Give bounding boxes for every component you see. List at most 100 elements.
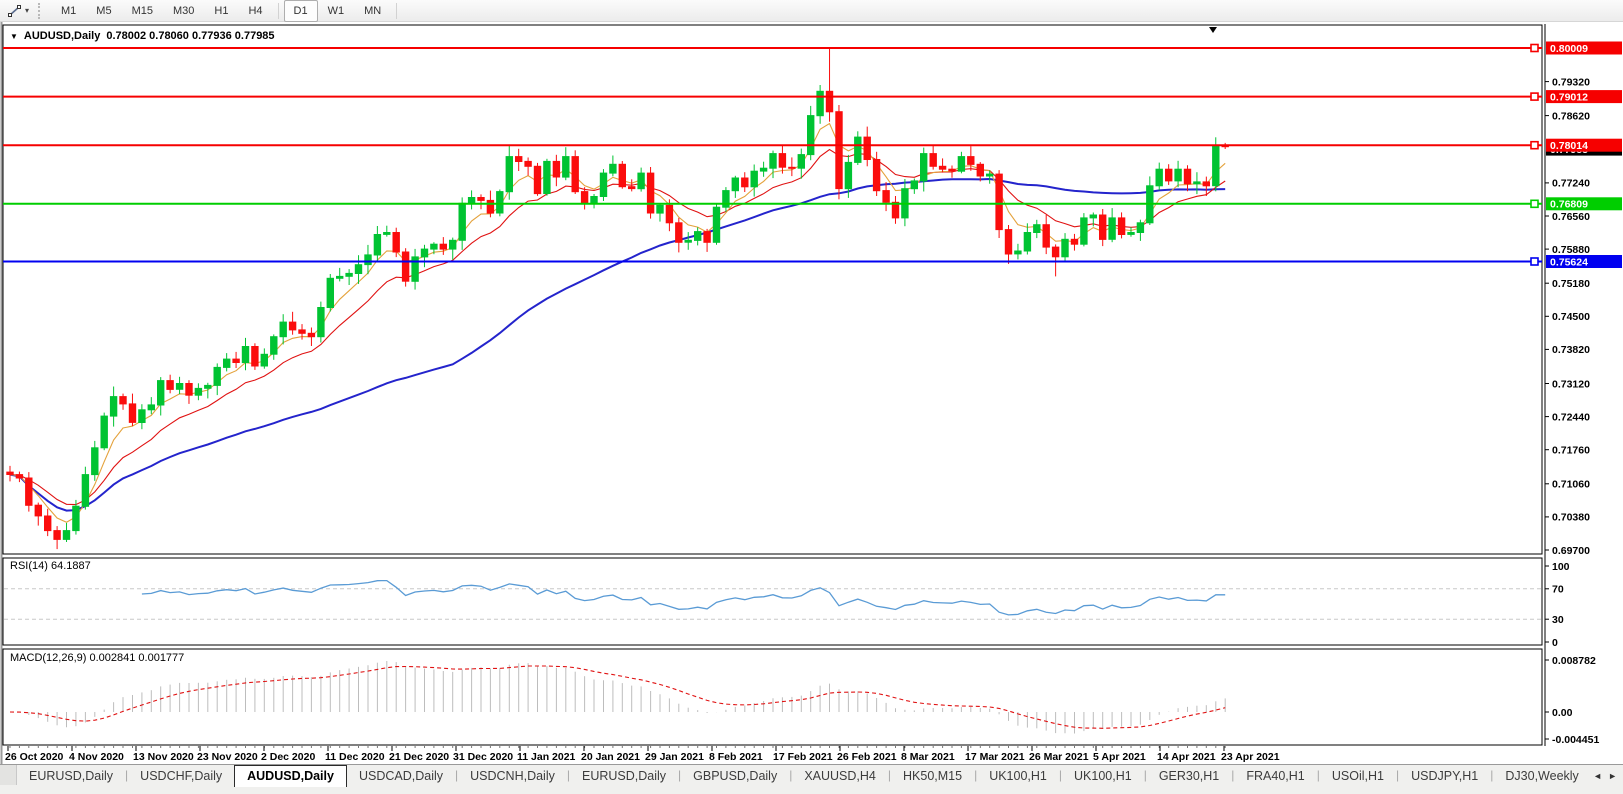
rsi-label: RSI(14) 64.1887 [10,560,91,572]
chart-tabs: EURUSD,Daily|USDCHF,DailyAUDUSD,DailyUSD… [17,765,1587,787]
macd-label: MACD(12,26,9) 0.002841 0.001777 [10,652,184,664]
svg-text:0.78014: 0.78014 [1550,140,1588,152]
chart-tab-xauusd-h4[interactable]: XAUUSD,H4 [792,765,888,787]
svg-text:20 Jan 2021: 20 Jan 2021 [581,751,640,763]
chart-tab-eurusd-daily[interactable]: EURUSD,Daily [17,765,125,787]
chart-tab-bar: EURUSD,Daily|USDCHF,DailyAUDUSD,DailyUSD… [0,764,1623,794]
svg-text:31 Dec 2020: 31 Dec 2020 [453,751,513,763]
svg-text:0.70380: 0.70380 [1552,512,1590,524]
svg-text:17 Mar 2021: 17 Mar 2021 [965,751,1025,763]
svg-text:0.75180: 0.75180 [1552,278,1590,290]
svg-text:2 Dec 2020: 2 Dec 2020 [261,751,315,763]
chart-title: ▼ AUDUSD,Daily 0.78002 0.78060 0.77936 0… [10,30,275,42]
svg-text:0.79320: 0.79320 [1552,76,1590,88]
svg-text:0.71760: 0.71760 [1552,445,1590,457]
timeframe-button-w1[interactable]: W1 [318,0,355,22]
svg-text:26 Mar 2021: 26 Mar 2021 [1029,751,1089,763]
svg-text:8 Feb 2021: 8 Feb 2021 [709,751,763,763]
timeframe-button-mn[interactable]: MN [354,0,391,22]
svg-text:0.73120: 0.73120 [1552,378,1590,390]
price-level-box-0.80009: 0.80009 [1546,42,1622,55]
timeframe-button-m5[interactable]: M5 [86,0,121,22]
svg-text:13 Nov 2020: 13 Nov 2020 [133,751,194,763]
draw-tool-icon [7,3,23,19]
chart-tab-uk100-h1[interactable]: UK100,H1 [1062,765,1144,787]
chart-tab-usdjpy-h1[interactable]: USDJPY,H1 [1399,765,1490,787]
svg-text:29 Jan 2021: 29 Jan 2021 [645,751,704,763]
svg-text:0.77240: 0.77240 [1552,178,1590,190]
chevron-down-icon: ▾ [25,6,29,15]
svg-text:26 Oct 2020: 26 Oct 2020 [5,751,64,763]
price-level-box-0.75624: 0.75624 [1546,255,1622,268]
chart-tab-usoil-h1[interactable]: USOil,H1 [1320,765,1396,787]
svg-text:8 Mar 2021: 8 Mar 2021 [901,751,955,763]
chart-tab-usdcnh-daily[interactable]: USDCNH,Daily [458,765,567,787]
chart-tab-usdchf-daily[interactable]: USDCHF,Daily [128,765,234,787]
svg-text:0.73820: 0.73820 [1552,344,1590,356]
svg-text:0.00: 0.00 [1552,707,1573,719]
rsi-panel[interactable] [3,558,1542,645]
svg-text:0.69700: 0.69700 [1552,545,1590,557]
macd-panel[interactable] [3,649,1542,745]
toolbar-grip[interactable] [38,3,45,19]
svg-text:4 Nov 2020: 4 Nov 2020 [69,751,124,763]
timeframe-button-m15[interactable]: M15 [122,0,163,22]
price-axis[interactable]: 0.79320 0.78620 0.77240 0.76560 0.75880 0.751… [1545,24,1622,746]
svg-text:0.80009: 0.80009 [1550,43,1588,55]
chart-tab-ger30-h1[interactable]: GER30,H1 [1147,765,1231,787]
svg-text:0.72440: 0.72440 [1552,411,1590,423]
symbol-dropdown-icon[interactable]: ▼ [10,32,18,41]
tab-scroll-right-icon[interactable]: ► [1608,771,1617,781]
svg-text:-0.004451: -0.004451 [1552,734,1599,746]
svg-text:0.75624: 0.75624 [1550,256,1588,268]
svg-text:0: 0 [1552,637,1558,649]
svg-text:0.76560: 0.76560 [1552,211,1590,223]
chart-canvas[interactable]: 0.79320 0.78620 0.77240 0.76560 0.75880 0.751… [0,22,1623,764]
chart-tab-hk50-m15[interactable]: HK50,M15 [891,765,974,787]
svg-text:11 Dec 2020: 11 Dec 2020 [325,751,385,763]
price-level-box-0.79012: 0.79012 [1546,90,1622,103]
svg-text:0.79012: 0.79012 [1550,91,1588,103]
main-price-panel[interactable] [3,25,1542,554]
svg-text:0.71060: 0.71060 [1552,479,1590,491]
chart-tab-fra40-h1[interactable]: FRA40,H1 [1234,765,1316,787]
price-level-box-0.76809: 0.76809 [1546,197,1622,210]
svg-text:100: 100 [1552,561,1570,573]
timeframe-button-m1[interactable]: M1 [51,0,86,22]
price-level-box-0.78014: 0.78014 [1546,139,1622,152]
svg-text:5 Apr 2021: 5 Apr 2021 [1093,751,1146,763]
timeframe-button-d1[interactable]: D1 [284,0,318,22]
svg-text:14 Apr 2021: 14 Apr 2021 [1157,751,1216,763]
svg-text:23 Nov 2020: 23 Nov 2020 [197,751,258,763]
chart-symbol-label: AUDUSD,Daily [24,30,100,42]
svg-text:0.008782: 0.008782 [1552,655,1596,667]
tab-scroll-arrows: ◄ ► [1587,765,1623,787]
chart-tab-uk100-h1[interactable]: UK100,H1 [977,765,1059,787]
draw-tool-button[interactable]: ▾ [4,2,32,20]
chart-tab-dj30-weekly[interactable]: DJ30,Weekly [1493,765,1587,787]
chart-tab-gbpusd-daily[interactable]: GBPUSD,Daily [681,765,789,787]
tab-corner [0,765,17,785]
timeframe-button-h1[interactable]: H1 [204,0,238,22]
svg-text:17 Feb 2021: 17 Feb 2021 [773,751,833,763]
tab-scroll-left-icon[interactable]: ◄ [1593,771,1602,781]
toolbar: ▾ M1M5M15M30H1H4 D1W1MN [0,0,1623,22]
svg-text:30: 30 [1552,614,1564,626]
svg-text:21 Dec 2020: 21 Dec 2020 [389,751,449,763]
svg-text:26 Feb 2021: 26 Feb 2021 [837,751,897,763]
chart-tab-eurusd-daily[interactable]: EURUSD,Daily [570,765,678,787]
svg-text:0.76809: 0.76809 [1550,199,1588,211]
chart-tab-usdcad-daily[interactable]: USDCAD,Daily [347,765,455,787]
svg-text:11 Jan 2021: 11 Jan 2021 [517,751,576,763]
svg-text:0.75880: 0.75880 [1552,244,1590,256]
timeframe-buttons: M1M5M15M30H1H4 D1W1MN [51,0,402,22]
timeframe-button-m30[interactable]: M30 [163,0,204,22]
date-axis[interactable]: 26 Oct 2020 4 Nov 2020 13 Nov 202023 Nov 2… [5,746,1280,763]
svg-text:0.78620: 0.78620 [1552,110,1590,122]
chart-tab-audusd-daily[interactable]: AUDUSD,Daily [234,765,347,787]
timeframe-button-h4[interactable]: H4 [238,0,272,22]
chart-ohlc-values: 0.78002 0.78060 0.77936 0.77985 [106,30,274,42]
svg-text:70: 70 [1552,584,1564,596]
svg-text:23 Apr 2021: 23 Apr 2021 [1221,751,1280,763]
svg-text:0.74500: 0.74500 [1552,311,1590,323]
